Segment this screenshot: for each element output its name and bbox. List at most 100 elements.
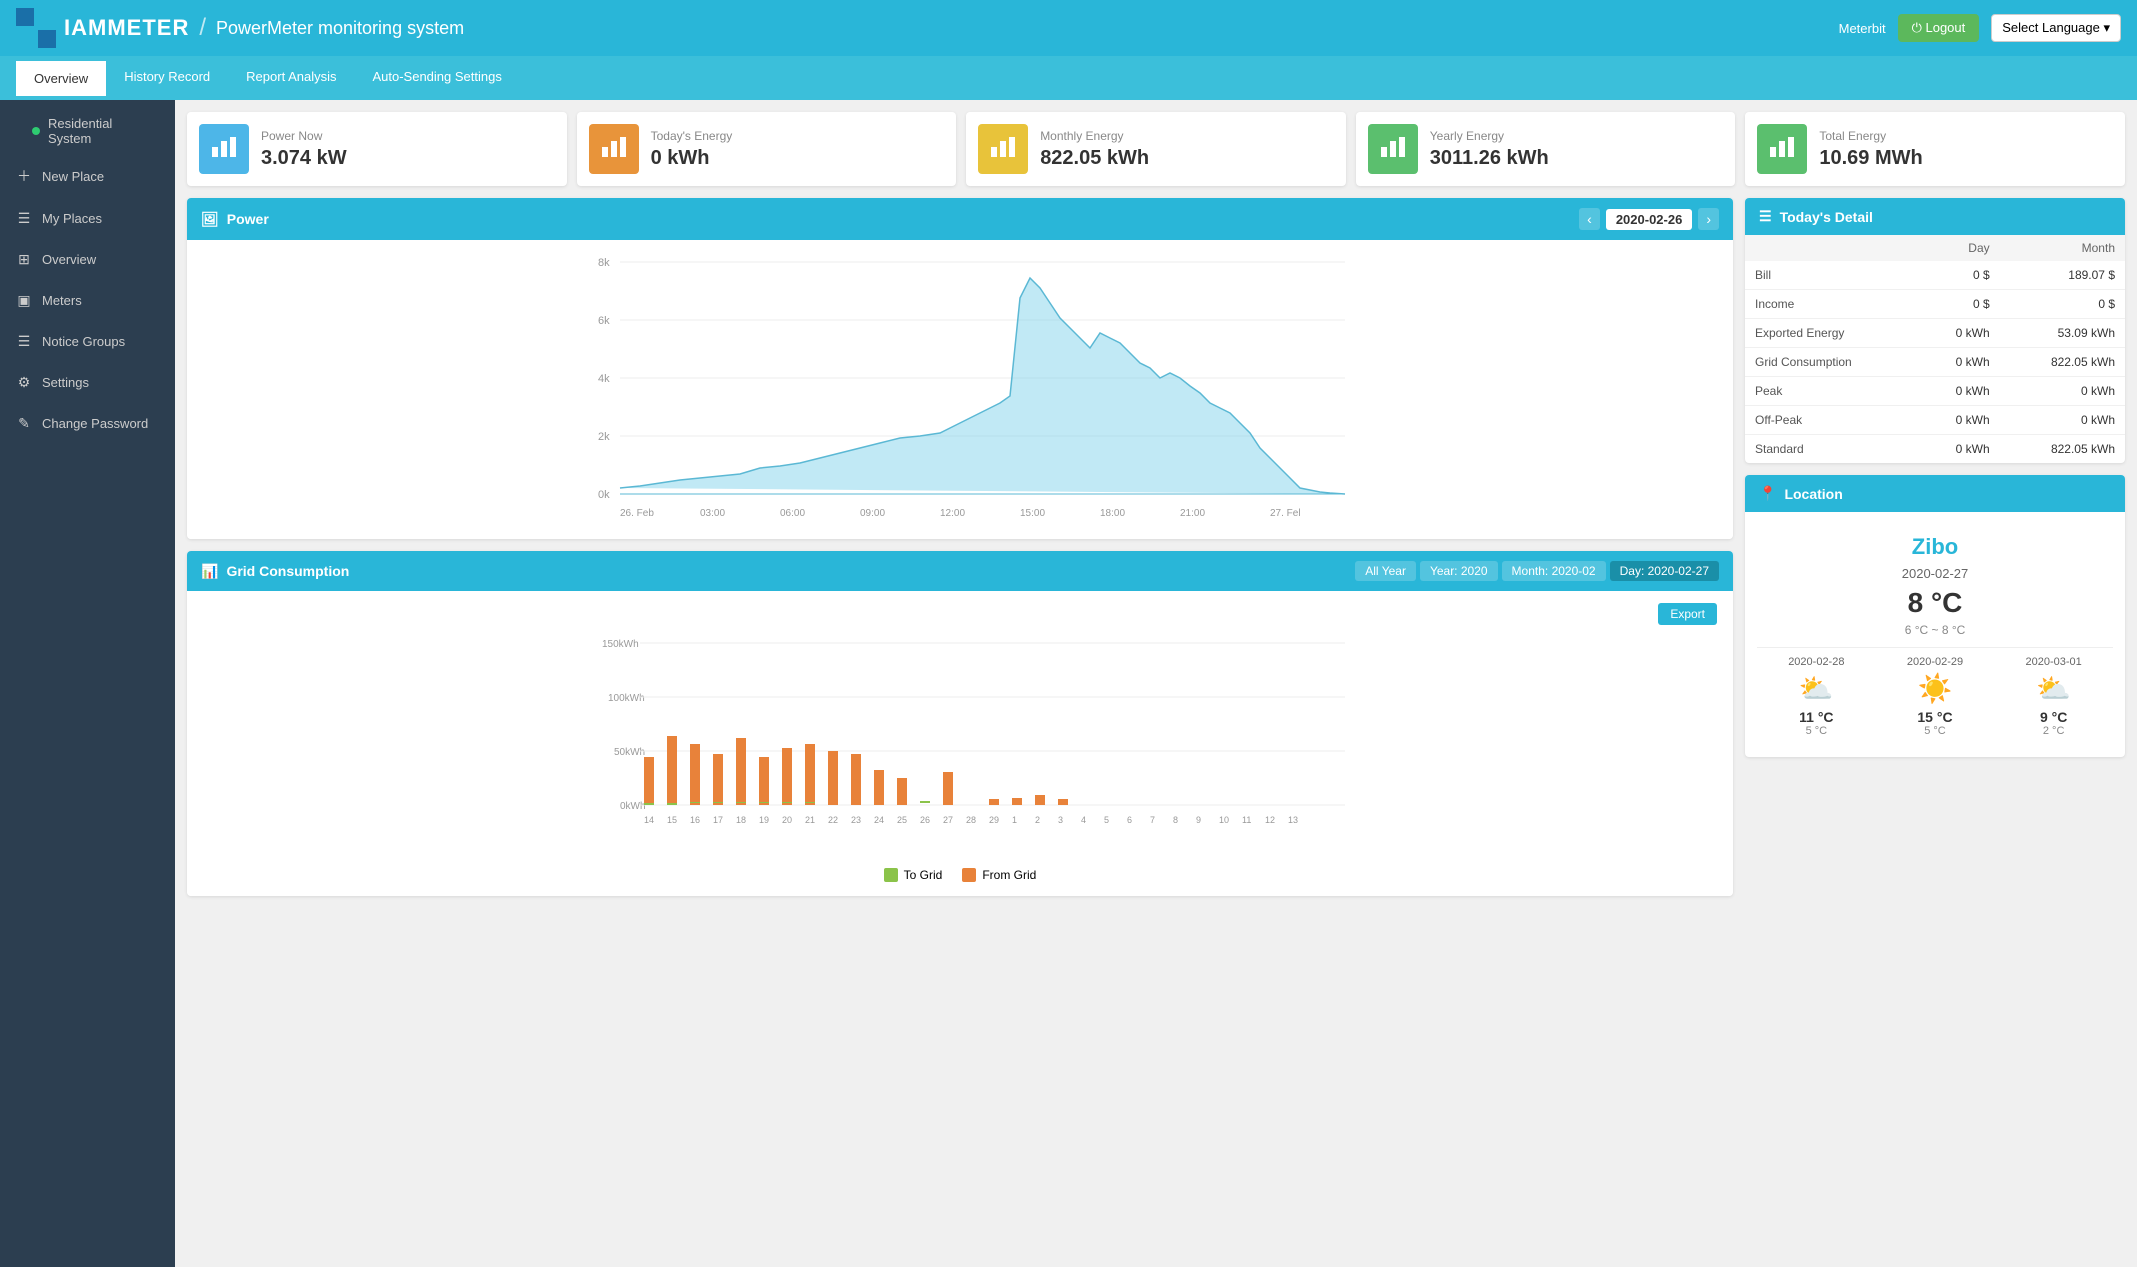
svg-text:9: 9 (1196, 815, 1201, 825)
header-title: PowerMeter monitoring system (216, 18, 464, 39)
to-grid-label: To Grid (904, 868, 943, 882)
header: IAMMETER / PowerMeter monitoring system … (0, 0, 2137, 56)
sidebar-item-change-password[interactable]: ✎ Change Password (0, 403, 175, 444)
grid-consumption-panel: 📊 Grid Consumption All Year Year: 2020 M… (187, 551, 1733, 896)
stat-label: Today's Energy (651, 129, 733, 143)
stat-info-total: Total Energy 10.69 MWh (1819, 129, 1922, 170)
grid-chart-svg: 150kWh 100kWh 50kWh 0kWh (195, 629, 1725, 859)
export-button[interactable]: Export (1658, 603, 1717, 625)
svg-text:23: 23 (851, 815, 861, 825)
sidebar-item-overview[interactable]: ⊞ Overview (0, 239, 175, 280)
row-label: Peak (1745, 377, 1919, 406)
svg-text:150kWh: 150kWh (602, 639, 639, 650)
total-energy-icon (1757, 124, 1807, 174)
sidebar: Residential System ＋ New Place ☰ My Plac… (0, 100, 175, 1267)
svg-text:26: 26 (920, 815, 930, 825)
sidebar-item-my-places[interactable]: ☰ My Places (0, 198, 175, 239)
row-day: 0 $ (1919, 261, 2000, 290)
stat-card-power-now: Power Now 3.074 kW (187, 112, 567, 186)
power-chart-container: 8k 6k 4k 2k 0k 26. Feb (187, 240, 1733, 539)
power-chart-panel: 🖼 Power ‹ 2020-02-26 › 8k 6k (187, 198, 1733, 539)
to-grid-color (884, 868, 898, 882)
logo-icon (16, 8, 56, 48)
power-chart-icon: 🖼 (201, 211, 219, 228)
logout-button[interactable]: ⏻ Logout (1898, 14, 1980, 42)
power-chart-title: Power (227, 211, 269, 227)
row-label: Income (1745, 290, 1919, 319)
meter-icon: ▣ (16, 292, 32, 309)
row-label: Bill (1745, 261, 1919, 290)
svg-text:03:00: 03:00 (700, 508, 725, 519)
date-next-button[interactable]: › (1698, 208, 1719, 230)
row-day: 0 kWh (1919, 319, 2000, 348)
places-icon: ☰ (16, 210, 32, 227)
legend-from-grid: From Grid (962, 868, 1036, 882)
plus-icon: ＋ (16, 166, 32, 186)
location-city: Zibo (1757, 524, 2113, 560)
tab-overview[interactable]: Overview (16, 61, 106, 96)
power-chart-svg: 8k 6k 4k 2k 0k 26. Feb (195, 248, 1725, 528)
sidebar-item-label: Meters (42, 293, 82, 308)
stat-label: Total Energy (1819, 129, 1922, 143)
weather-icon: ⛅ (1788, 672, 1844, 705)
sidebar-item-residential-system[interactable]: Residential System (0, 108, 175, 154)
location-panel: 📍 Location Zibo 2020-02-27 8 °C 6 °C ~ 8… (1745, 475, 2125, 757)
tab-auto-sending[interactable]: Auto-Sending Settings (354, 59, 519, 97)
sidebar-submenu-label: Residential System (48, 116, 159, 146)
stat-label: Monthly Energy (1040, 129, 1149, 143)
svg-text:15: 15 (667, 815, 677, 825)
chart-legend: To Grid From Grid (195, 862, 1725, 888)
gc-btn-all-year[interactable]: All Year (1355, 561, 1416, 581)
location-date: 2020-02-27 (1757, 566, 2113, 581)
svg-text:15:00: 15:00 (1020, 508, 1045, 519)
col-month-header: Month (2000, 235, 2125, 261)
date-prev-button[interactable]: ‹ (1579, 208, 1600, 230)
tab-report-analysis[interactable]: Report Analysis (228, 59, 354, 97)
meterbit-link[interactable]: Meterbit (1839, 21, 1886, 36)
language-select[interactable]: Select Language ▾ (1991, 14, 2121, 42)
table-row: Off-Peak 0 kWh 0 kWh (1745, 406, 2125, 435)
svg-text:100kWh: 100kWh (608, 693, 645, 704)
row-month: 822.05 kWh (2000, 435, 2125, 464)
location-header: 📍 Location (1745, 475, 2125, 512)
stat-value: 822.05 kWh (1040, 147, 1149, 170)
from-grid-label: From Grid (982, 868, 1036, 882)
tab-history-record[interactable]: History Record (106, 59, 228, 97)
gc-btn-year[interactable]: Year: 2020 (1420, 561, 1498, 581)
row-month: 0 $ (2000, 290, 2125, 319)
svg-text:4: 4 (1081, 815, 1086, 825)
row-day: 0 kWh (1919, 348, 2000, 377)
sidebar-item-new-place[interactable]: ＋ New Place (0, 154, 175, 198)
sidebar-item-meters[interactable]: ▣ Meters (0, 280, 175, 321)
svg-text:27: 27 (943, 815, 953, 825)
location-title: Location (1784, 486, 1842, 502)
svg-text:2k: 2k (598, 431, 610, 443)
weather-day: 2020-02-28 ⛅ 11 °C 5 °C (1788, 656, 1844, 737)
gc-btn-month[interactable]: Month: 2020-02 (1502, 561, 1606, 581)
stat-value: 3.074 kW (261, 147, 347, 170)
location-body: Zibo 2020-02-27 8 °C 6 °C ~ 8 °C 2020-02… (1745, 512, 2125, 757)
yearly-energy-icon (1368, 124, 1418, 174)
status-dot (32, 127, 40, 135)
row-day: 0 kWh (1919, 406, 2000, 435)
stat-info-monthly: Monthly Energy 822.05 kWh (1040, 129, 1149, 170)
sidebar-item-settings[interactable]: ⚙ Settings (0, 362, 175, 403)
row-day: 0 kWh (1919, 435, 2000, 464)
row-day: 0 kWh (1919, 377, 2000, 406)
power-now-icon (199, 124, 249, 174)
svg-text:21: 21 (805, 815, 815, 825)
header-divider: / (199, 14, 206, 42)
detail-table: Day Month Bill 0 $ 189.07 $Income 0 $ 0 … (1745, 235, 2125, 463)
grid-consumption-header: 📊 Grid Consumption All Year Year: 2020 M… (187, 551, 1733, 591)
sidebar-item-notice-groups[interactable]: ☰ Notice Groups (0, 321, 175, 362)
svg-text:7: 7 (1150, 815, 1155, 825)
grid-chart-icon: 📊 (201, 563, 218, 580)
nav-tabs: Overview History Record Report Analysis … (0, 56, 2137, 100)
table-row: Income 0 $ 0 $ (1745, 290, 2125, 319)
location-range: 6 °C ~ 8 °C (1757, 623, 2113, 637)
col-left: 🖼 Power ‹ 2020-02-26 › 8k 6k (187, 198, 1733, 908)
row-label: Off-Peak (1745, 406, 1919, 435)
gc-btn-day[interactable]: Day: 2020-02-27 (1610, 561, 1719, 581)
main-layout: Residential System ＋ New Place ☰ My Plac… (0, 100, 2137, 1267)
table-row: Standard 0 kWh 822.05 kWh (1745, 435, 2125, 464)
